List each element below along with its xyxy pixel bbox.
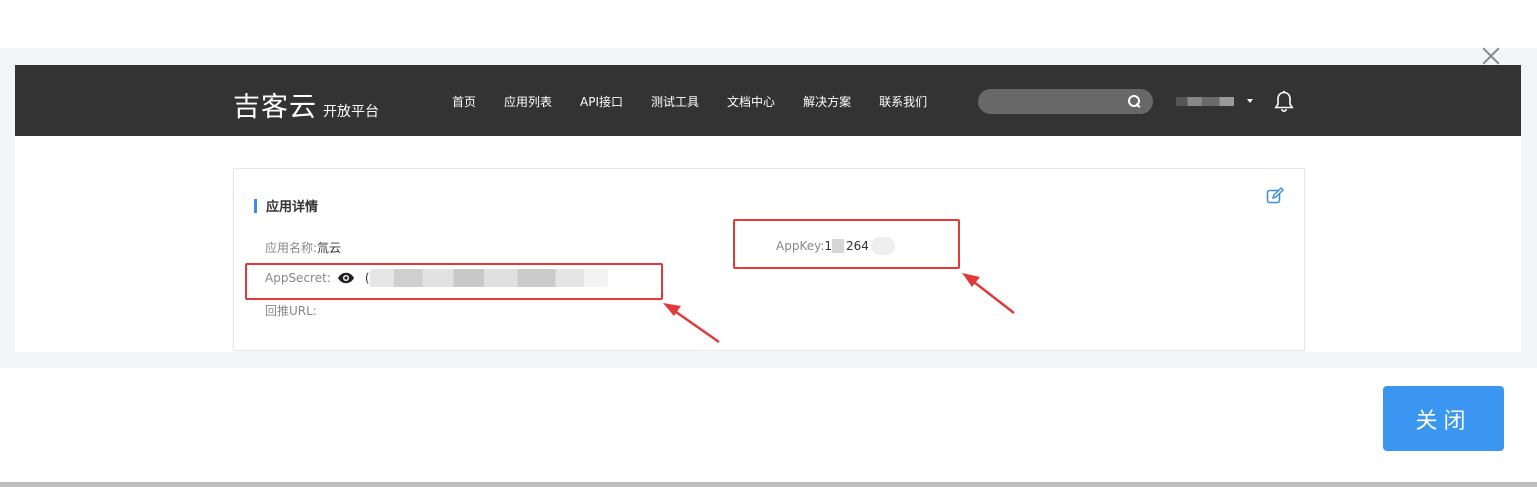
- close-button[interactable]: 关闭: [1383, 386, 1504, 451]
- highlight-box-app-secret: [245, 263, 663, 300]
- logo-subtitle: 开放平台: [323, 104, 379, 120]
- modal-top-strip: [0, 0, 1537, 48]
- app-name-row: 应用名称: 氚云: [265, 239, 341, 256]
- nav-item-docs[interactable]: 文档中心: [727, 93, 775, 110]
- bell-icon[interactable]: [1273, 90, 1295, 114]
- callback-url-row: 回推URL:: [265, 302, 317, 319]
- username-blurred[interactable]: [1176, 97, 1234, 106]
- logo-text: 吉客云: [233, 92, 317, 123]
- main-nav: 首页 应用列表 API接口 测试工具 文档中心 解决方案 联系我们: [452, 93, 955, 110]
- screenshot-frame: 吉客云 开放平台 首页 应用列表 API接口 测试工具 文档中心 解决方案 联系…: [15, 65, 1521, 352]
- search-icon[interactable]: [1128, 95, 1141, 108]
- top-navbar: 吉客云 开放平台 首页 应用列表 API接口 测试工具 文档中心 解决方案 联系…: [15, 65, 1521, 136]
- title-accent-bar: [254, 198, 257, 213]
- nav-item-home[interactable]: 首页: [452, 93, 476, 110]
- highlight-box-app-key: [733, 219, 960, 269]
- card-title-text: 应用详情: [266, 200, 319, 215]
- edit-icon[interactable]: [1266, 187, 1284, 205]
- card-title: 应用详情: [254, 196, 318, 215]
- nav-item-solutions[interactable]: 解决方案: [803, 93, 851, 110]
- nav-item-api[interactable]: API接口: [580, 93, 623, 110]
- nav-item-app-list[interactable]: 应用列表: [504, 93, 552, 110]
- app-name-value: 氚云: [317, 241, 342, 255]
- logo[interactable]: 吉客云 开放平台: [233, 85, 379, 123]
- nav-item-contact[interactable]: 联系我们: [879, 93, 927, 110]
- app-name-label: 应用名称:: [265, 241, 318, 255]
- chevron-down-icon[interactable]: [1247, 99, 1253, 103]
- bottom-divider: [0, 482, 1537, 487]
- nav-item-test-tools[interactable]: 测试工具: [651, 93, 699, 110]
- close-icon[interactable]: [1480, 45, 1502, 67]
- callback-url-label: 回推URL:: [265, 304, 317, 318]
- search-input[interactable]: [978, 89, 1153, 114]
